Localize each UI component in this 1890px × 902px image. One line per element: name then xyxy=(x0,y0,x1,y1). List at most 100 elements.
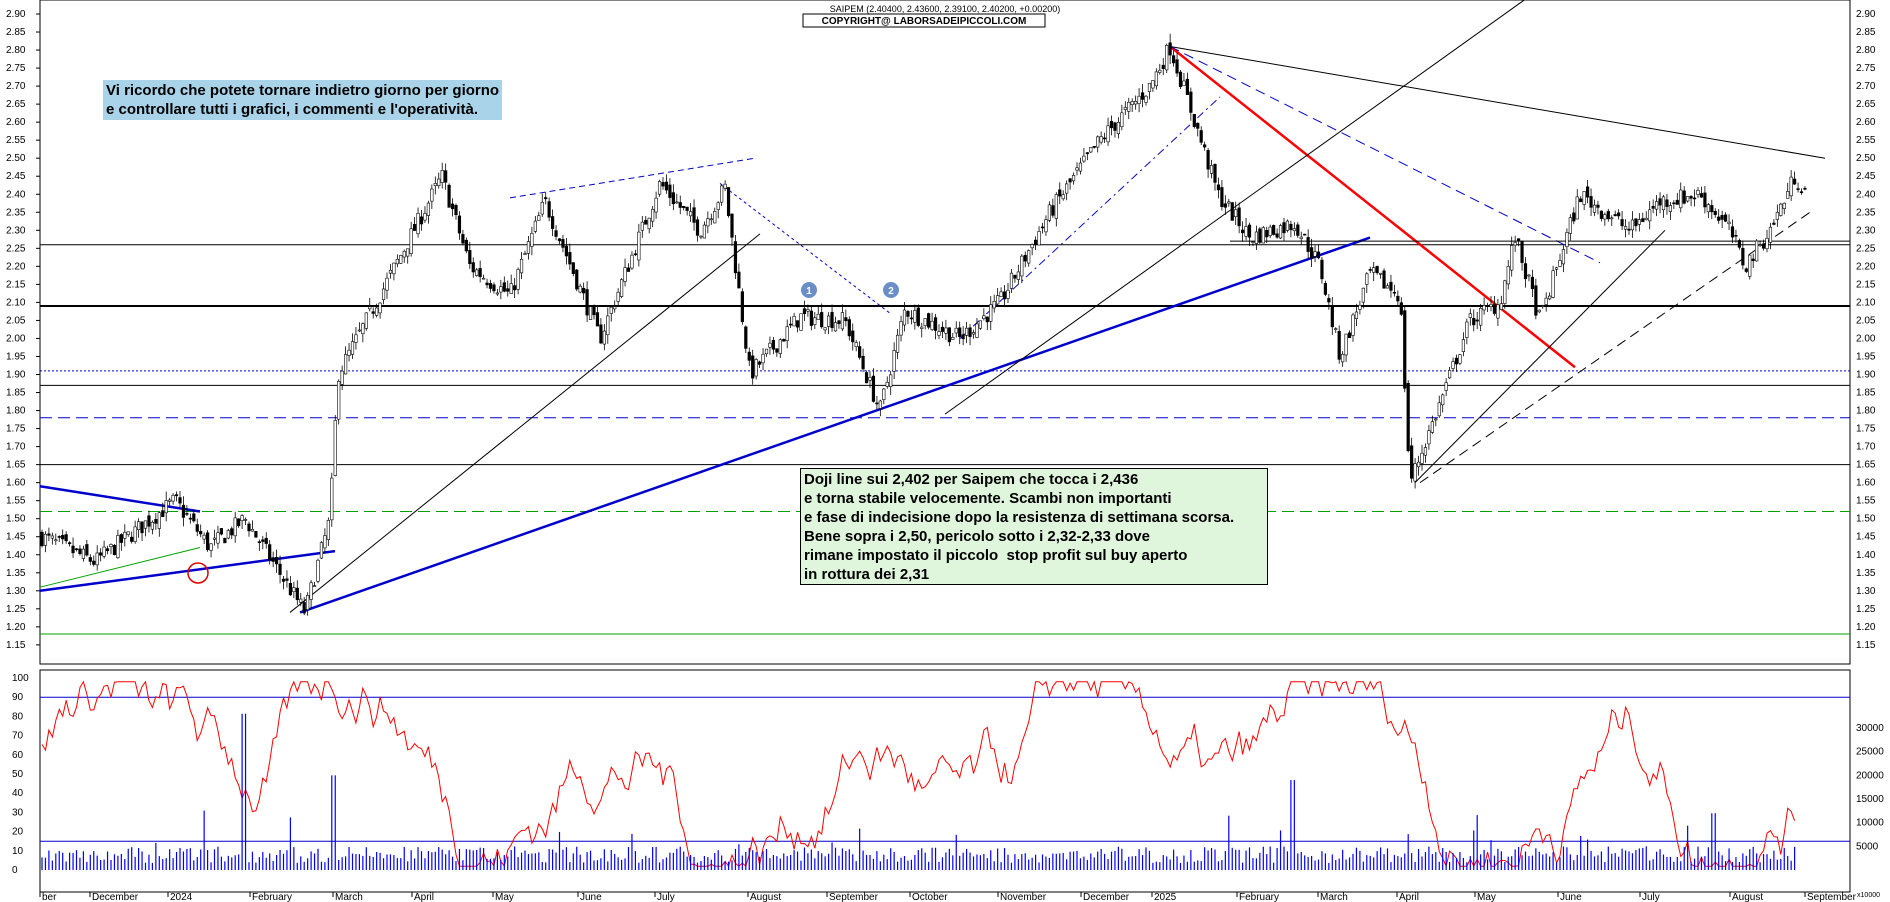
candle-body xyxy=(292,587,296,592)
candle-body xyxy=(461,234,465,244)
x-tick-label: May xyxy=(495,892,514,902)
candle-body xyxy=(178,497,182,504)
candle-body xyxy=(99,552,103,556)
x-tick-label: December xyxy=(92,892,139,902)
candle-body xyxy=(1034,239,1038,245)
candle-body xyxy=(951,337,955,340)
candle-body xyxy=(1392,291,1396,294)
candle-body xyxy=(999,291,1003,297)
candle-body xyxy=(720,185,724,203)
candle-body xyxy=(844,317,848,322)
candle-body xyxy=(61,534,65,540)
candle-body xyxy=(1099,136,1103,143)
y-tick-left: 2.80 xyxy=(6,45,26,56)
candle-body xyxy=(1513,242,1517,246)
candle-body xyxy=(1382,270,1386,289)
candle-body xyxy=(695,219,700,236)
candle-body xyxy=(68,542,72,545)
candle-body xyxy=(506,288,510,292)
candle-body xyxy=(1686,196,1690,202)
candle-body xyxy=(440,170,444,183)
candle-body xyxy=(664,181,669,191)
candle-body xyxy=(771,339,775,350)
candle-body xyxy=(1496,304,1500,319)
candle-body xyxy=(726,187,731,216)
candle-body xyxy=(588,306,593,320)
candle-body xyxy=(264,537,268,544)
candle-body xyxy=(1434,418,1438,421)
candle-body xyxy=(1541,305,1545,307)
candle-body xyxy=(1665,199,1669,207)
candle-body xyxy=(530,232,534,247)
candle-body xyxy=(944,327,948,334)
candle-body xyxy=(933,317,938,331)
y-tick-left: 1.95 xyxy=(6,351,26,362)
candle-body xyxy=(868,376,872,381)
candle-body xyxy=(1071,175,1076,182)
candle-body xyxy=(1444,382,1448,391)
candle-body xyxy=(1699,193,1704,198)
x-tick-label: September xyxy=(829,892,879,902)
candle-body xyxy=(288,583,293,596)
candle-body xyxy=(533,220,537,232)
candle-body xyxy=(126,531,130,535)
candle-body xyxy=(609,306,613,314)
candle-body xyxy=(1527,274,1531,277)
y-tick-left: 2.05 xyxy=(6,315,26,326)
candle-body xyxy=(226,530,230,539)
oscillator-line xyxy=(41,680,1796,868)
candle-body xyxy=(1058,189,1062,197)
candle-body xyxy=(1237,207,1241,227)
y-tick-left: 2.30 xyxy=(6,225,26,236)
x-tick-label: ber xyxy=(42,892,57,902)
candle-body xyxy=(1458,354,1462,364)
candle-body xyxy=(1140,92,1145,100)
candle-body xyxy=(481,277,486,280)
candle-body xyxy=(1289,223,1293,231)
candle-body xyxy=(1534,285,1538,316)
candle-body xyxy=(1510,245,1514,271)
candle-body xyxy=(1334,328,1338,330)
candle-body xyxy=(392,262,396,275)
candle-body xyxy=(409,228,413,255)
candle-body xyxy=(1175,59,1179,74)
candle-body xyxy=(340,370,344,385)
y-tick-left: 2.35 xyxy=(6,207,26,218)
y-tick-right: 2.55 xyxy=(1856,135,1876,146)
candle-body xyxy=(961,334,965,340)
candle-body xyxy=(1420,452,1424,464)
candle-body xyxy=(1403,310,1407,389)
candle-body xyxy=(1151,80,1155,89)
y-tick-left: 2.20 xyxy=(6,261,26,272)
candle-body xyxy=(147,515,151,527)
candle-body xyxy=(996,295,1000,305)
candle-body xyxy=(1692,197,1697,200)
candle-body xyxy=(1717,216,1721,221)
candle-body xyxy=(564,245,568,257)
candle-body xyxy=(1268,226,1272,236)
candle-body xyxy=(706,218,710,227)
candle-body xyxy=(1796,188,1800,190)
candle-body xyxy=(492,284,496,292)
candle-body xyxy=(1030,244,1034,249)
osc-tick: 90 xyxy=(12,692,24,703)
candle-body xyxy=(299,598,303,603)
candle-body xyxy=(975,323,979,338)
candle-body xyxy=(1441,394,1445,406)
candle-body xyxy=(982,315,986,319)
candle-body xyxy=(616,291,620,302)
candle-body xyxy=(102,546,106,557)
candle-body xyxy=(454,205,458,216)
candle-body xyxy=(385,277,389,291)
candle-body xyxy=(1313,251,1317,257)
candle-body xyxy=(606,315,610,336)
y-tick-left: 1.80 xyxy=(6,406,26,417)
candle-body xyxy=(1768,226,1773,243)
y-tick-right: 1.35 xyxy=(1856,568,1876,579)
candle-body xyxy=(140,521,144,534)
candle-body xyxy=(1713,210,1717,216)
osc-tick: 20 xyxy=(12,827,24,838)
candle-body xyxy=(920,326,924,329)
candle-body xyxy=(626,267,631,272)
candle-body xyxy=(1506,266,1510,285)
